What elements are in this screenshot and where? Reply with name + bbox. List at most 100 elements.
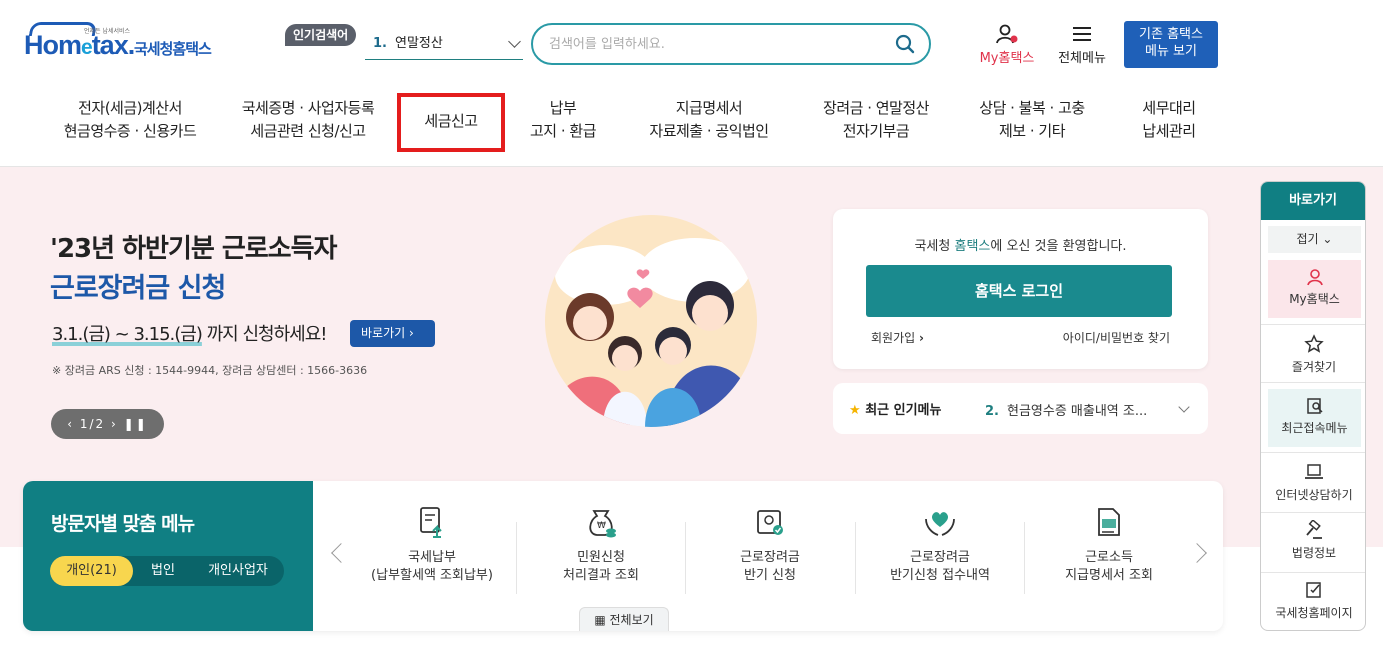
view-all-label: 전체보기 [609, 613, 654, 627]
user-icon [1306, 269, 1323, 286]
gnb-line2: 현금영수증 · 신용카드 [63, 122, 197, 140]
hometax-logo[interactable]: 언제든 납세서비스 Hometax. 국세청홈택스 [24, 20, 234, 72]
gnb-line2: 제보 · 기타 [998, 122, 1066, 140]
laptop-icon [1305, 464, 1323, 479]
gnb-item-incentive[interactable]: 장려금 · 연말정산전자기부금 [800, 97, 952, 151]
login-card: 국세청 홈택스에 오신 것을 환영합니다. 홈택스 로그인 회원가입 › 아이디… [833, 209, 1208, 369]
popular-search-badge: 인기검색어 [285, 24, 357, 46]
popular-search-term: 연말정산 [394, 36, 443, 51]
chevron-right-icon: › [409, 326, 414, 340]
quick-bar-divider [1261, 382, 1365, 383]
quick-item-label: 반기신청 접수내역 [890, 568, 990, 583]
view-all-button[interactable]: ▦ 전체보기 [579, 607, 669, 631]
tab-corporation[interactable]: 법인 [140, 556, 186, 586]
quick-bar-label: My홈택스 [1289, 292, 1340, 306]
signup-label: 회원가입 [871, 331, 916, 345]
login-button[interactable]: 홈택스 로그인 [866, 265, 1172, 317]
quick-bar-recent-menu[interactable]: 최근접속메뉴 [1268, 389, 1361, 447]
heart-hands-icon [925, 512, 955, 536]
signup-link[interactable]: 회원가입 › [871, 329, 924, 346]
quick-item-civil-petition[interactable]: ₩ 민원신청 처리결과 조회 [516, 505, 686, 585]
quick-bar-online-consult[interactable]: 인터넷상담하기 [1261, 462, 1365, 503]
quick-bar-divider [1261, 572, 1365, 573]
gnb-item-consult[interactable]: 상담 · 불복 · 고충 제보 · 기타 [962, 97, 1102, 151]
user-icon [996, 24, 1018, 44]
popular-search-select[interactable]: 1. 연말정산 [365, 33, 523, 60]
gnb-item-tax-agent[interactable]: 세무대리 납세관리 [1118, 97, 1220, 151]
hero-subtitle: 근로장려금 신청 [50, 273, 226, 304]
document-search-icon [1306, 398, 1323, 414]
quick-bar-law-info[interactable]: 법령정보 [1261, 520, 1365, 561]
quick-item-label: 근로장려금 [910, 550, 970, 565]
quick-item-label: 근로소득 [1085, 550, 1133, 565]
quick-bar-divider [1261, 324, 1365, 325]
popular-menu-item[interactable]: 2. 현금영수증 매출내역 조... [985, 400, 1175, 419]
svg-text:₩: ₩ [597, 521, 606, 531]
slider-control: ‹ 1/2 › ❚❚ [51, 409, 164, 439]
popular-menu-card[interactable]: ★ 최근 인기메뉴 2. 현금영수증 매출내역 조... [833, 383, 1208, 434]
gnb-line1: 납부 [549, 99, 577, 117]
chevron-right-icon: › [919, 331, 924, 345]
fold-label: 접기 [1296, 232, 1319, 246]
search-input[interactable] [549, 33, 879, 55]
hero-period: 3.1.(금) ~ 3.15.(금) 까지 신청하세요! [52, 320, 328, 346]
gnb-line2: 자료제출 · 공익법인 [649, 122, 769, 140]
my-hometax-button[interactable]: My홈택스 [972, 24, 1042, 66]
quick-bar-label: 법령정보 [1291, 546, 1337, 560]
gnb-item-certificate[interactable]: 국세증명 · 사업자등록 세금관련 신청/신고 [218, 97, 398, 151]
slide-counter: 1/2 [79, 417, 106, 431]
quick-bar: 바로가기 접기 ⌄ My홈택스 즐겨찾기 최근접속메뉴 인터넷상담하기 법령정보 [1260, 181, 1366, 631]
gnb-line1: 장려금 · 연말정산 [823, 99, 929, 117]
gnb-item-payment[interactable]: 납부고지 · 환급 [508, 97, 618, 151]
quick-bar-nts-homepage[interactable]: 국세청홈페이지 [1261, 580, 1365, 621]
hero-period-suffix: 까지 신청하세요! [201, 324, 328, 345]
search-icon[interactable] [895, 34, 915, 54]
gnb-highlight-box [397, 93, 505, 152]
all-menu-button[interactable]: 전체메뉴 [1052, 24, 1112, 66]
fold-button[interactable]: 접기 ⌄ [1268, 226, 1361, 253]
hero-go-button[interactable]: 바로가기 › [350, 320, 435, 347]
quick-bar-divider [1261, 512, 1365, 513]
visitor-tabs: 개인(21) 법인 개인사업자 [50, 556, 284, 586]
quick-item-tax-payment[interactable]: 국세납부 (납부할세액 조회납부) [347, 505, 517, 585]
old-menu-label-line1: 기존 홈택스 [1139, 27, 1203, 42]
gnb-item-payment-statement[interactable]: 지급명세서자료제출 · 공익법인 [625, 97, 793, 151]
quick-bar-my-hometax[interactable]: My홈택스 [1268, 260, 1361, 318]
quick-item-incentive-apply[interactable]: 근로장려금 반기 신청 [685, 505, 855, 585]
logo-name: 국세청홈택스 [134, 40, 212, 58]
hero-title: '23년 하반기분 근로소득자 [50, 234, 337, 264]
popular-menu-title: ★ 최근 인기메뉴 [849, 403, 942, 418]
quick-item-label: (납부할세액 조회납부) [371, 568, 493, 583]
gnb-line2: 고지 · 환급 [529, 122, 597, 140]
quick-item-label: 근로장려금 [740, 550, 800, 565]
quick-bar-title: 바로가기 [1261, 182, 1365, 220]
find-id-password-link[interactable]: 아이디/비밀번호 찾기 [1063, 329, 1170, 346]
hamburger-menu-icon [1073, 27, 1091, 41]
quick-bar-favorites[interactable]: 즐겨찾기 [1261, 334, 1365, 375]
pause-icon[interactable]: ❚❚ [124, 417, 148, 431]
gnb-item-e-invoice[interactable]: 전자(세금)계산서현금영수증 · 신용카드 [40, 97, 220, 151]
slider-next-icon[interactable]: › [111, 417, 118, 431]
gnb-line2: 전자기부금 [842, 122, 910, 140]
gnb-line1: 지급명세서 [675, 99, 743, 117]
tab-sole-proprietor[interactable]: 개인사업자 [194, 556, 282, 586]
chevron-down-icon[interactable] [1178, 401, 1190, 413]
old-hometax-menu-button[interactable]: 기존 홈택스 메뉴 보기 [1124, 21, 1218, 68]
quick-item-income-statement[interactable]: 근로소득 지급명세서 조회 [1024, 505, 1194, 585]
visitor-menu-header: 방문자별 맞춤 메뉴 개인(21) 법인 개인사업자 [23, 481, 313, 631]
quick-bar-label: 최근접속메뉴 [1281, 421, 1348, 435]
edit-document-icon [1306, 582, 1321, 598]
file-icon [1098, 508, 1120, 536]
hero-note: ※ 장려금 ARS 신청 : 1544-9944, 장려금 상담센터 : 156… [52, 364, 368, 377]
slider-prev-icon[interactable]: ‹ [67, 417, 74, 431]
chevron-down-icon: ⌄ [1322, 232, 1333, 246]
gnb-line1: 전자(세금)계산서 [78, 99, 182, 117]
star-outline-icon [1304, 334, 1324, 353]
tab-personal[interactable]: 개인(21) [50, 556, 133, 586]
old-menu-label-line2: 메뉴 보기 [1145, 44, 1197, 59]
certificate-icon [757, 510, 783, 535]
quick-item-incentive-receipt[interactable]: 근로장려금반기신청 접수내역 [855, 505, 1025, 585]
welcome-text: 국세청 홈택스에 오신 것을 환영합니다. [914, 239, 1127, 254]
star-icon: ★ [849, 403, 861, 418]
popular-search-rank: 1. [373, 36, 387, 51]
